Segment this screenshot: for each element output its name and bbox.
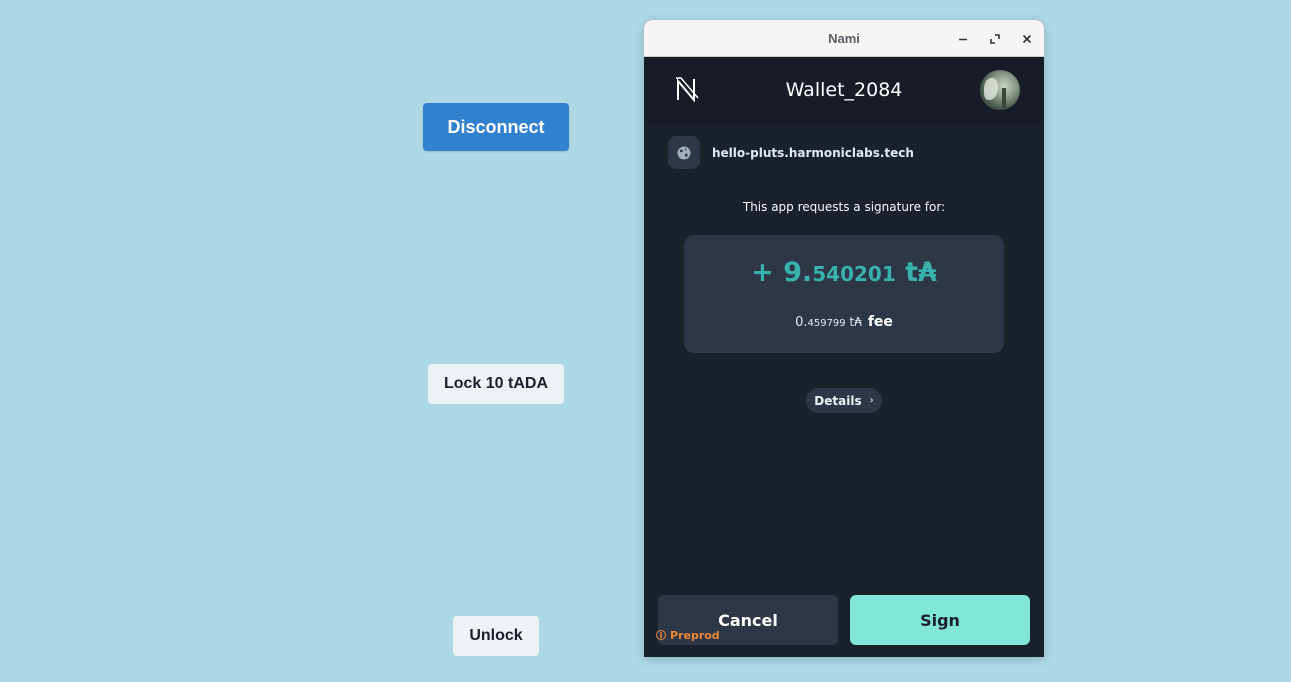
sign-label: Sign xyxy=(920,610,960,630)
details-label: Details xyxy=(814,393,862,408)
sign-button[interactable]: Sign xyxy=(850,595,1030,645)
minimize-button[interactable] xyxy=(952,28,974,50)
request-origin: hello-pluts.harmoniclabs.tech xyxy=(668,136,914,169)
fee-label: fee xyxy=(867,314,893,330)
chevron-right-icon: › xyxy=(869,395,874,406)
window-titlebar[interactable]: Nami xyxy=(644,20,1044,57)
popup-content: Wallet_2084 hello-pluts.harmoniclabs.tec… xyxy=(644,57,1044,657)
cancel-label: Cancel xyxy=(718,610,778,630)
unlock-button[interactable]: Unlock xyxy=(453,616,539,656)
amount-unit: t₳ xyxy=(895,257,937,288)
fee-decimals: 459799 xyxy=(807,318,846,329)
avatar-image-detail xyxy=(1002,88,1006,108)
close-button[interactable] xyxy=(1016,28,1038,50)
wallet-header: Wallet_2084 xyxy=(644,57,1044,121)
avatar[interactable] xyxy=(980,70,1020,110)
disconnect-button[interactable]: Disconnect xyxy=(423,103,569,151)
details-button[interactable]: Details › xyxy=(806,388,882,413)
amount-integer: 9. xyxy=(783,257,813,288)
maximize-button[interactable] xyxy=(984,28,1006,50)
amount-card: + 9.540201 t₳ 0.459799 t₳ fee xyxy=(684,235,1004,353)
fee-value: 0.459799 t₳ fee xyxy=(684,311,1004,330)
amount-decimals: 540201 xyxy=(812,262,896,286)
close-icon xyxy=(1022,34,1032,44)
info-icon: i xyxy=(656,630,666,640)
request-message: This app requests a signature for: xyxy=(742,200,946,214)
origin-url: hello-pluts.harmoniclabs.tech xyxy=(712,145,914,160)
maximize-icon xyxy=(990,34,1000,44)
fee-integer: 0. xyxy=(795,315,808,330)
lock-button[interactable]: Lock 10 tADA xyxy=(428,364,564,404)
network-label: Preprod xyxy=(670,628,720,642)
fee-unit: t₳ xyxy=(845,315,862,329)
avatar-image-detail xyxy=(984,78,998,100)
nami-window: Nami Wallet_2084 hello-pluts.harmoniclab… xyxy=(644,20,1044,657)
amount-sign: + xyxy=(751,257,784,288)
amount-value: + 9.540201 t₳ xyxy=(684,257,1004,288)
minimize-icon xyxy=(959,38,967,41)
globe-icon xyxy=(668,136,700,169)
network-badge: i Preprod xyxy=(656,628,720,642)
